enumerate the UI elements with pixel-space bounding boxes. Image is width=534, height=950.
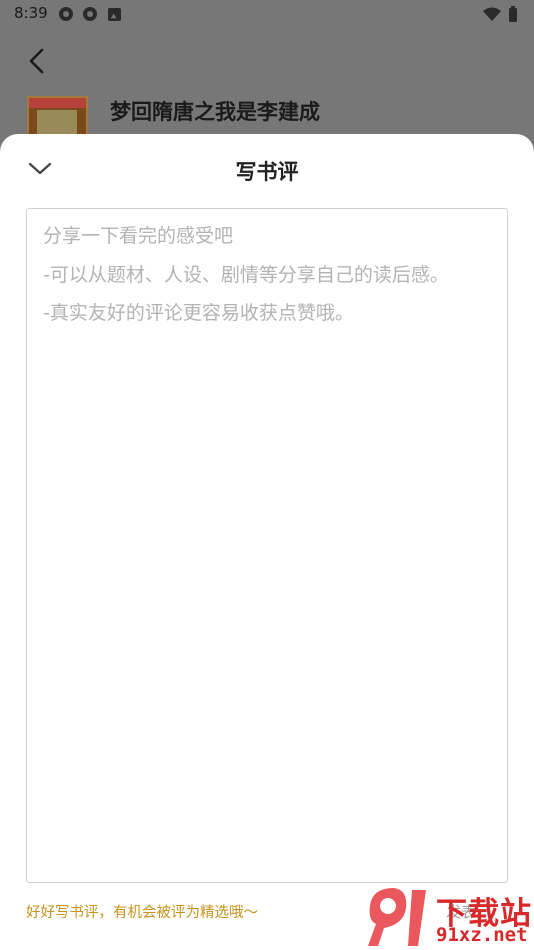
review-hint: 好好写书评，有机会被评为精选哦～	[26, 905, 258, 921]
review-placeholder: 分享一下看完的感受吧 -可以从题材、人设、剧情等分享自己的读后感。 -真实友好的…	[43, 225, 449, 324]
app-notification-icon	[83, 7, 97, 21]
book-title: 梦回隋唐之我是李建成	[110, 100, 320, 124]
wifi-icon	[483, 7, 501, 21]
review-input[interactable]: 分享一下看完的感受吧 -可以从题材、人设、剧情等分享自己的读后感。 -真实友好的…	[26, 208, 508, 883]
write-review-sheet: 写书评 分享一下看完的感受吧 -可以从题材、人设、剧情等分享自己的读后感。 -真…	[0, 134, 534, 950]
watermark-logo-icon	[368, 888, 426, 946]
image-notification-icon	[108, 8, 121, 21]
status-time: 8:39	[14, 4, 48, 22]
status-bar: 8:39	[0, 0, 534, 28]
app-notification-icon	[59, 7, 73, 21]
watermark-url: 91xz.net	[436, 924, 528, 946]
site-watermark: 下载站 91xz.net	[364, 884, 534, 950]
back-button[interactable]	[22, 44, 54, 78]
battery-icon	[509, 6, 517, 22]
sheet-title: 写书评	[235, 160, 299, 184]
